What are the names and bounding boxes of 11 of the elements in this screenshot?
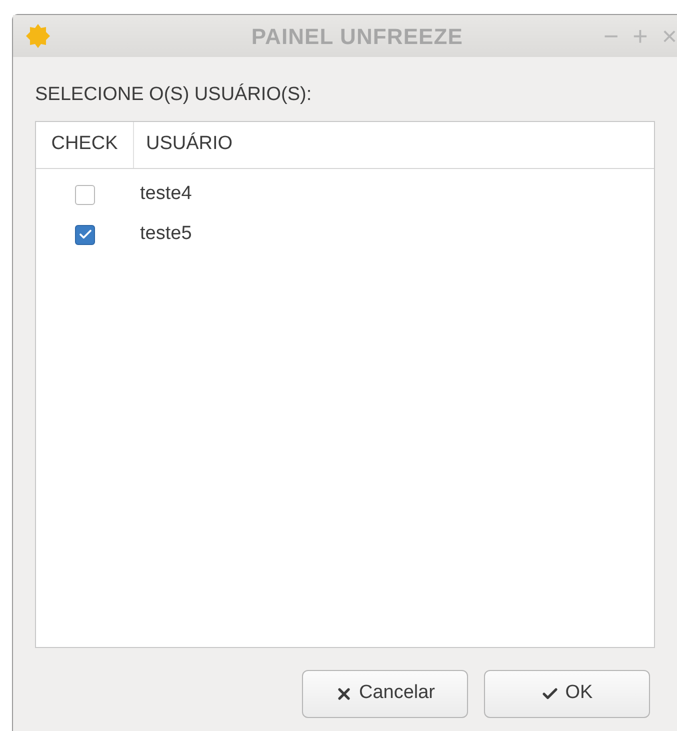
sun-icon bbox=[25, 23, 51, 49]
table-cell-text: teste4 bbox=[139, 182, 192, 206]
column-header[interactable]: USUÁRIO bbox=[134, 122, 233, 168]
ok-button[interactable]: OK bbox=[484, 670, 650, 718]
window-title: PAINEL UNFREEZE bbox=[251, 22, 463, 50]
prompt-label: SELECIONE O(S) USUÁRIO(S): bbox=[35, 82, 313, 107]
table-cell-text: teste5 bbox=[139, 222, 192, 246]
column-header[interactable]: CHECK bbox=[36, 122, 134, 168]
cancel-button[interactable]: Cancelar bbox=[302, 670, 468, 718]
checkbox[interactable] bbox=[75, 184, 95, 204]
checkbox[interactable] bbox=[75, 224, 95, 244]
